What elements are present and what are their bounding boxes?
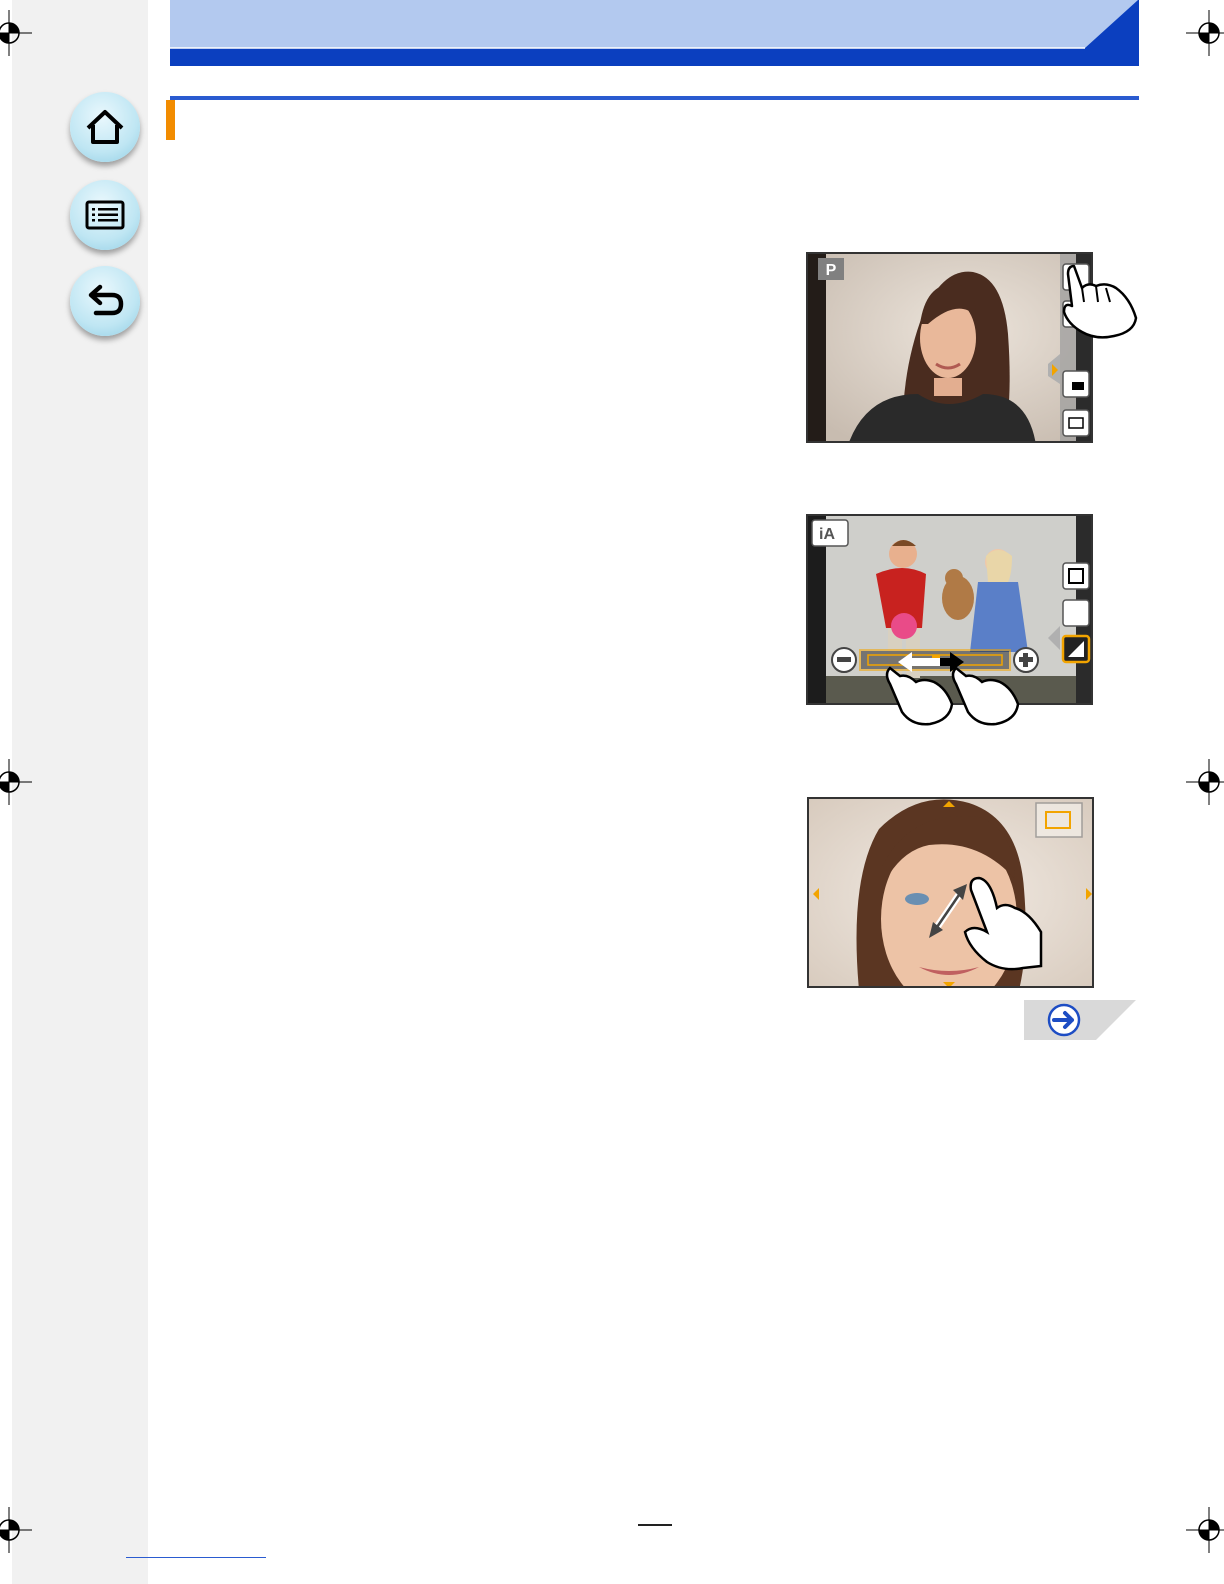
header-band: [170, 0, 1139, 66]
page-number-line: [638, 1524, 672, 1526]
back-arrow-icon: [88, 284, 124, 316]
registration-mark-icon: [1186, 10, 1224, 56]
back-button[interactable]: [70, 266, 140, 336]
registration-mark-icon: [0, 1507, 32, 1553]
home-icon: [86, 110, 124, 144]
contents-button[interactable]: [70, 180, 140, 250]
tap-hand-icon: [1062, 264, 1138, 339]
registration-mark-icon: [0, 10, 32, 56]
touch-zoom-screen: P T: [806, 252, 1093, 443]
pinch-hand-icon: [929, 876, 1043, 971]
registration-mark-icon: [1186, 759, 1224, 805]
next-page-button[interactable]: [1024, 1000, 1136, 1040]
list-icon: [85, 200, 125, 230]
registration-mark-icon: [0, 759, 32, 805]
section-rule: [170, 96, 1139, 100]
home-button[interactable]: [70, 92, 140, 162]
footer-link-rule: [126, 1557, 266, 1558]
registration-mark-icon: [1186, 1507, 1224, 1553]
mode-badge: P: [826, 262, 837, 279]
mode-badge: iA: [819, 526, 835, 543]
drag-hands-icon: [885, 652, 1020, 726]
section-marker: [166, 100, 175, 140]
